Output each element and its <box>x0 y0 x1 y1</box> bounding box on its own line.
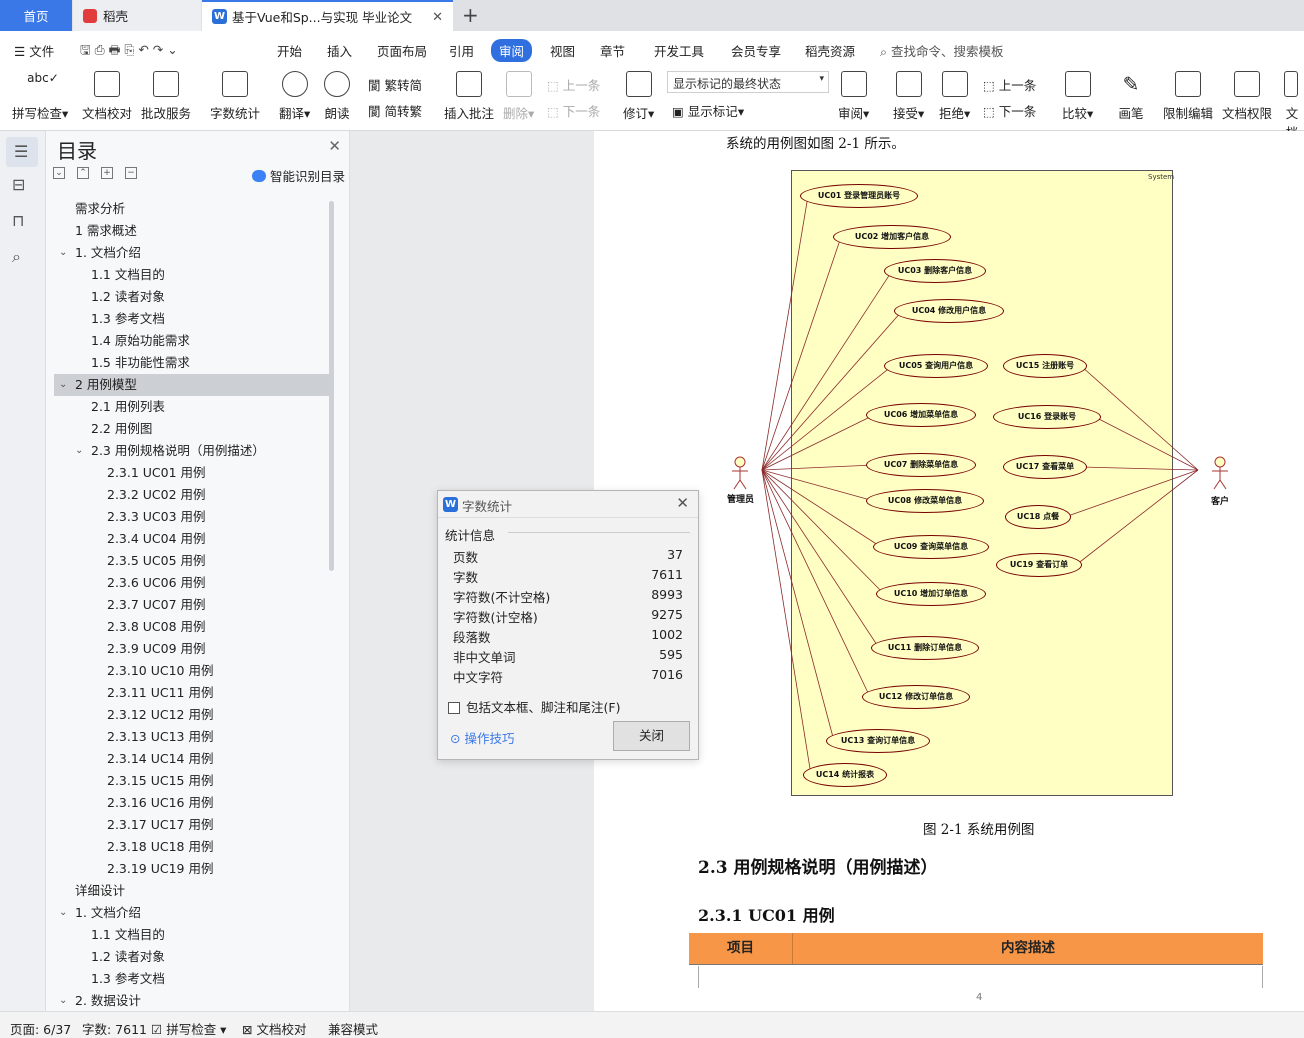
use-case-ellipse: UC02 增加客户信息 <box>833 225 951 249</box>
divider <box>508 532 690 533</box>
association-line <box>761 310 903 471</box>
word-count-dialog: W 字数统计 ✕ 统计信息 页数 37 字数 7611 字符数(不计空格) 8993 字符数… <box>437 490 699 760</box>
stat-label: 页数 <box>453 550 479 565</box>
divider <box>438 517 698 518</box>
stat-value: 7016 <box>651 667 683 682</box>
table-border <box>698 966 699 988</box>
checkbox-icon <box>448 702 460 714</box>
use-case-ellipse: UC10 增加订单信息 <box>876 582 986 606</box>
stat-row: 页数 37 <box>453 547 683 566</box>
use-case-ellipse: UC17 查看菜单 <box>1003 455 1087 479</box>
wps-writer-icon: W <box>443 497 458 512</box>
stat-label: 字数 <box>453 570 479 585</box>
association-line <box>761 469 882 548</box>
tips-link[interactable]: ⊙ 操作技巧 <box>450 728 514 747</box>
table-header-item: 项目 <box>689 933 793 964</box>
status-bar: 页面: 6/37 字数: 7611 ☑ 拼写检查 ▾ ⊠ 文档校对 兼容模式 <box>0 1011 1304 1038</box>
use-case-ellipse: UC14 统计报表 <box>803 763 887 787</box>
stat-label: 非中文单词 <box>453 650 516 665</box>
table-header-description: 内容描述 <box>1001 940 1055 956</box>
actor-admin-label: 管理员 <box>727 495 755 505</box>
use-case-ellipse: UC15 注册账号 <box>1003 354 1087 378</box>
stat-value: 37 <box>667 547 683 562</box>
use-case-ellipse: UC19 查看订单 <box>996 553 1082 577</box>
use-case-ellipse: UC07 删除菜单信息 <box>866 453 976 477</box>
use-case-ellipse: UC03 删除客户信息 <box>884 259 986 283</box>
stat-row: 字符数(不计空格) 8993 <box>453 587 683 606</box>
spellcheck-status[interactable]: ☑ 拼写检查 ▾ <box>151 1019 226 1038</box>
association-line <box>761 469 880 649</box>
dialog-title: 字数统计 <box>462 499 513 514</box>
page-number: 4 <box>976 992 983 1003</box>
use-case-ellipse: UC13 查询订单信息 <box>826 729 930 753</box>
stat-label: 字符数(计空格) <box>453 610 538 625</box>
compat-mode: 兼容模式 <box>328 1022 379 1037</box>
table-border <box>1262 966 1263 988</box>
association-line <box>1094 416 1199 471</box>
association-line <box>761 236 842 471</box>
use-case-ellipse: UC05 查询用户信息 <box>884 354 988 378</box>
use-case-ellipse: UC01 登录管理员账号 <box>800 184 918 208</box>
stat-label: 段落数 <box>453 630 491 645</box>
admin-actor-figure <box>732 456 748 490</box>
use-case-ellipse: UC09 查询菜单信息 <box>873 535 989 559</box>
close-icon[interactable]: ✕ <box>676 494 689 512</box>
stat-row: 中文字符 7016 <box>453 667 683 686</box>
association-line <box>1075 469 1199 566</box>
stat-value: 1002 <box>651 627 683 642</box>
doc-check-status[interactable]: ⊠ 文档校对 <box>242 1019 306 1038</box>
close-button[interactable]: 关闭 <box>613 721 690 751</box>
stat-row: 字数 7611 <box>453 567 683 586</box>
customer-actor-figure <box>1212 456 1228 490</box>
stat-row: 段落数 1002 <box>453 627 683 646</box>
use-case-ellipse: UC04 修改用户信息 <box>894 299 1004 323</box>
actor-customer-label: 客户 <box>1211 497 1230 507</box>
association-line <box>1080 466 1199 471</box>
association-line <box>761 469 885 595</box>
association-line <box>761 469 835 742</box>
association-line <box>761 270 893 471</box>
association-line <box>761 469 875 502</box>
use-case-ellipse: UC08 修改菜单信息 <box>866 489 984 513</box>
include-textbox-checkbox[interactable]: 包括文本框、脚注和尾注(F) <box>448 697 620 716</box>
association-line <box>761 469 871 698</box>
stat-label: 字符数(不计空格) <box>453 590 551 605</box>
stats-section-label: 统计信息 <box>445 528 496 543</box>
stat-value: 7611 <box>651 567 683 582</box>
table-header-row: 项目 内容描述 <box>689 933 1263 965</box>
subsection-heading: 2.3.1 UC01 用例 <box>698 906 835 925</box>
figure-caption: 图 2-1 系统用例图 <box>923 822 1035 838</box>
stat-value: 8993 <box>651 587 683 602</box>
use-case-ellipse: UC12 修改订单信息 <box>862 685 970 709</box>
section-heading: 2.3 用例规格说明（用例描述） <box>698 858 938 878</box>
stat-label: 中文字符 <box>453 670 504 685</box>
use-case-ellipse: UC16 登录账号 <box>993 405 1101 429</box>
use-case-ellipse: UC18 点餐 <box>1005 505 1071 529</box>
association-line <box>761 414 875 471</box>
association-line <box>761 195 809 471</box>
association-line <box>1064 469 1199 518</box>
word-count-indicator[interactable]: 字数: 7611 <box>82 1019 147 1038</box>
association-line <box>761 469 812 776</box>
page-indicator[interactable]: 页面: 6/37 <box>10 1019 71 1038</box>
stat-row: 非中文单词 595 <box>453 647 683 666</box>
stat-row: 字符数(计空格) 9275 <box>453 607 683 626</box>
use-case-ellipse: UC06 增加菜单信息 <box>866 403 976 427</box>
association-line <box>761 464 875 471</box>
stat-value: 595 <box>659 647 683 662</box>
stat-value: 9275 <box>651 607 683 622</box>
use-case-ellipse: UC11 删除订单信息 <box>871 636 979 660</box>
